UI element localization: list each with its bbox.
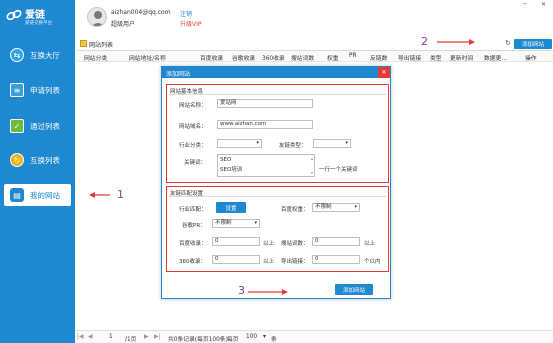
first-page-button[interactable]: |◀ xyxy=(77,334,83,340)
last-page-button[interactable]: ▶| xyxy=(154,334,160,340)
pagination-bar: |◀ ◀ 1 /1页 ▶ ▶| 共0条记录(每页100条) 每页 100 ▾ 条 xyxy=(75,330,553,343)
sidebar-item-approved[interactable]: ✓ 通过列表 xyxy=(4,115,71,137)
avatar[interactable] xyxy=(87,7,107,27)
annotation-label-1: 1 xyxy=(117,188,124,201)
upgrade-vip-link[interactable]: 升级VIP xyxy=(180,19,202,28)
transfer-icon: ⇆ xyxy=(10,48,24,62)
exchange-icon: ↻ xyxy=(10,153,24,167)
sidebar-item-exchange-hall[interactable]: ⇆ 互换大厅 xyxy=(4,44,71,66)
prev-page-button[interactable]: ◀ xyxy=(88,334,92,340)
per-page-select[interactable]: 100 xyxy=(246,334,257,340)
user-email: aizhan004@qq.com xyxy=(111,9,171,16)
sidebar-item-label: 申请列表 xyxy=(30,85,60,95)
sidebar-item-exchange-list[interactable]: ↻ 互换列表 xyxy=(4,149,71,171)
minimize-button[interactable]: ─ xyxy=(523,1,527,8)
per-page-label: 每页 xyxy=(227,337,239,343)
total-pages: /1页 xyxy=(125,337,137,343)
sidebar-item-label: 互换列表 xyxy=(30,155,60,165)
next-page-button[interactable]: ▶ xyxy=(144,334,148,340)
logo-name: 爱链 xyxy=(25,10,45,21)
chain-logo-icon xyxy=(6,8,22,22)
sidebar-item-label: 我的网站 xyxy=(30,190,60,200)
layers-icon: ▤ xyxy=(10,188,24,202)
check-icon: ✓ xyxy=(10,119,24,133)
logout-link[interactable]: 注销 xyxy=(180,9,192,18)
sidebar-item-my-sites[interactable]: ▤ 我的网站 xyxy=(4,184,71,206)
sidebar-item-applications[interactable]: ≡ 申请列表 xyxy=(4,79,71,101)
chevron-down-icon[interactable]: ▾ xyxy=(263,334,266,340)
annotation-label-2: 2 xyxy=(421,35,428,48)
record-summary: 共0条记录(每页100条) xyxy=(168,337,228,343)
annotation-label-3: 3 xyxy=(238,284,245,297)
sidebar-item-label: 互换大厅 xyxy=(30,50,60,60)
list-icon: ≡ xyxy=(10,83,24,97)
sidebar: 爱链 爱链交换平台 ⇆ 互换大厅 ≡ 申请列表 ✓ 通过列表 ↻ 互换列表 ▤ … xyxy=(0,0,75,343)
user-role: 超级用户 xyxy=(111,21,136,28)
close-window-button[interactable]: ✕ xyxy=(541,1,546,8)
page-number[interactable]: 1 xyxy=(109,334,113,340)
annotation-arrows xyxy=(89,39,475,295)
per-page-unit: 条 xyxy=(271,337,277,343)
sidebar-item-label: 通过列表 xyxy=(30,121,60,131)
logo-tagline: 爱链交换平台 xyxy=(25,21,52,26)
